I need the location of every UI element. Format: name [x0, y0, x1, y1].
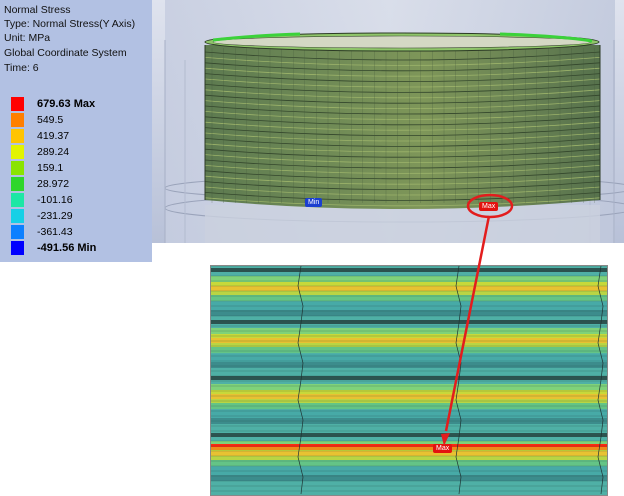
legend-swatch [11, 145, 24, 159]
legend-value: 549.5 [37, 114, 64, 126]
result-title: Normal Stress [4, 4, 71, 16]
legend-swatch [11, 161, 24, 175]
legend-value: 28.972 [37, 178, 70, 190]
zoomed-detail-view: Max [210, 265, 608, 496]
legend-swatch [11, 97, 24, 111]
legend-swatch [11, 177, 24, 191]
legend-swatch [11, 113, 24, 127]
legend-swatch [11, 193, 24, 207]
max-probe-label[interactable]: Max [479, 202, 499, 211]
result-unit: Unit: MPa [4, 32, 51, 44]
result-time: Time: 6 [4, 62, 39, 74]
result-coordinate-system: Global Coordinate System [4, 47, 127, 59]
legend-value: 159.1 [37, 162, 64, 174]
legend-swatch [11, 241, 24, 255]
legend-value: 419.37 [37, 130, 70, 142]
legend-swatch [11, 225, 24, 239]
legend-value: 679.63 Max [37, 98, 96, 110]
min-probe-label[interactable]: Min [305, 198, 323, 207]
detail-max-probe-label: Max [433, 444, 453, 453]
result-type: Type: Normal Stress(Y Axis) [4, 18, 136, 30]
legend-value: -491.56 Min [37, 242, 97, 254]
legend-swatch [11, 209, 24, 223]
legend-swatch [11, 129, 24, 143]
legend-value: -361.43 [37, 226, 73, 238]
legend-value: -231.29 [37, 210, 73, 222]
legend-panel: Normal Stress Type: Normal Stress(Y Axis… [0, 0, 152, 262]
legend-value: 289.24 [37, 146, 70, 158]
thread-detail-graphic [211, 266, 607, 495]
legend-value: -101.16 [37, 194, 73, 206]
